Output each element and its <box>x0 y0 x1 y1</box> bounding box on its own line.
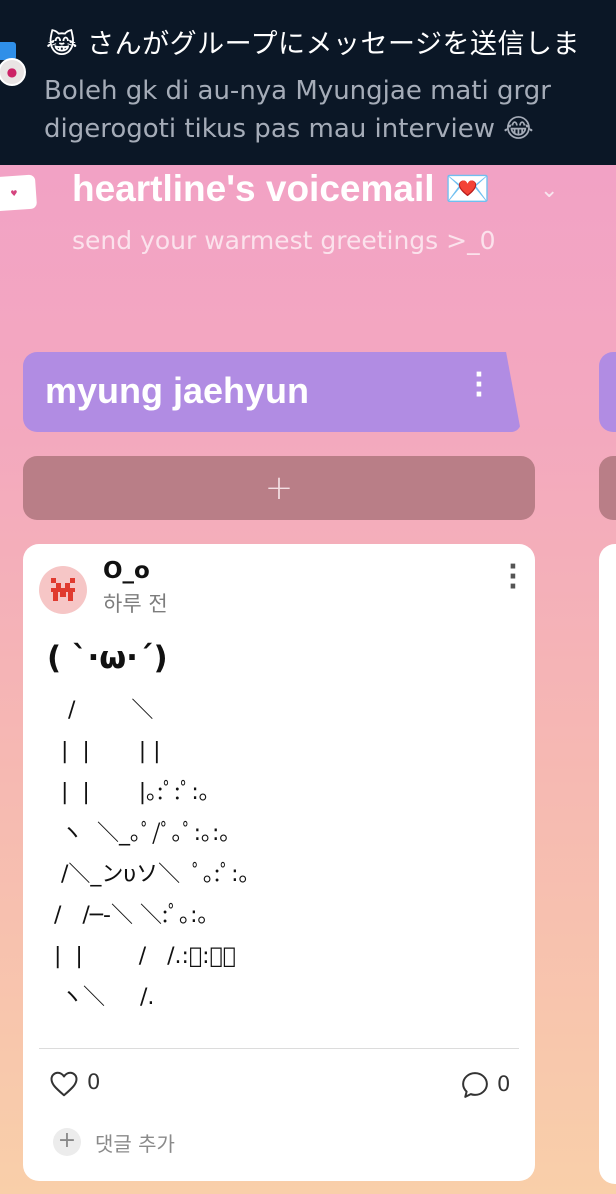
board-subtitle: send your warmest greetings >_0 <box>72 226 496 255</box>
comment-count: 0 <box>497 1072 511 1096</box>
divider <box>39 1048 519 1049</box>
notification-body: Boleh gk di au-nya Myungjae mati grgr di… <box>44 76 551 144</box>
pixel-face-icon <box>51 578 75 601</box>
avatar: ● <box>0 58 26 86</box>
section-menu-icon[interactable]: · · · <box>469 362 489 408</box>
notification-title: 😹 さんがグループにメッセージを送信しま <box>46 29 580 60</box>
post-author: O_o <box>103 558 150 584</box>
author-avatar[interactable] <box>39 566 87 614</box>
like-count: 0 <box>87 1070 101 1094</box>
next-post-card[interactable] <box>599 544 616 1184</box>
post-timestamp: 하루 전 <box>103 592 168 616</box>
comment-icon[interactable] <box>460 1070 490 1100</box>
post-menu-icon[interactable]: · · · <box>503 554 523 600</box>
section-header[interactable]: myung jaehyun · · · <box>23 352 521 432</box>
heart-icon[interactable] <box>49 1070 79 1098</box>
post-card[interactable]: O_o 하루 전 · · · ( ˋ·ω·ˊ) / ＼ | | | | | | |｡… <box>23 544 535 1181</box>
board-title[interactable]: heartline's voicemail 💌 <box>72 168 491 211</box>
section-title: myung jaehyun <box>45 370 310 411</box>
post-heading: ( ˋ·ω·ˊ) <box>47 640 168 676</box>
post-body: / ＼ | | | | | | |｡:ﾟ:ﾟ:｡ ヽ ＼_｡ﾟ/ﾟ｡ﾟ:｡:｡ … <box>53 698 250 1010</box>
add-comment-icon[interactable]: + <box>53 1128 81 1156</box>
notification-banner[interactable]: ● 😹 さんがグループにメッセージを送信しま Boleh gk di au-ny… <box>0 0 616 165</box>
add-comment-button[interactable]: 댓글 추가 <box>95 1128 175 1157</box>
next-section-header[interactable] <box>599 352 616 432</box>
add-post-button[interactable]: + <box>23 456 535 520</box>
chevron-down-icon[interactable]: ⌄ <box>540 178 558 203</box>
board-logo: ♥ <box>0 174 38 212</box>
next-add-post-button[interactable] <box>599 456 616 520</box>
plus-icon: + <box>264 468 294 508</box>
